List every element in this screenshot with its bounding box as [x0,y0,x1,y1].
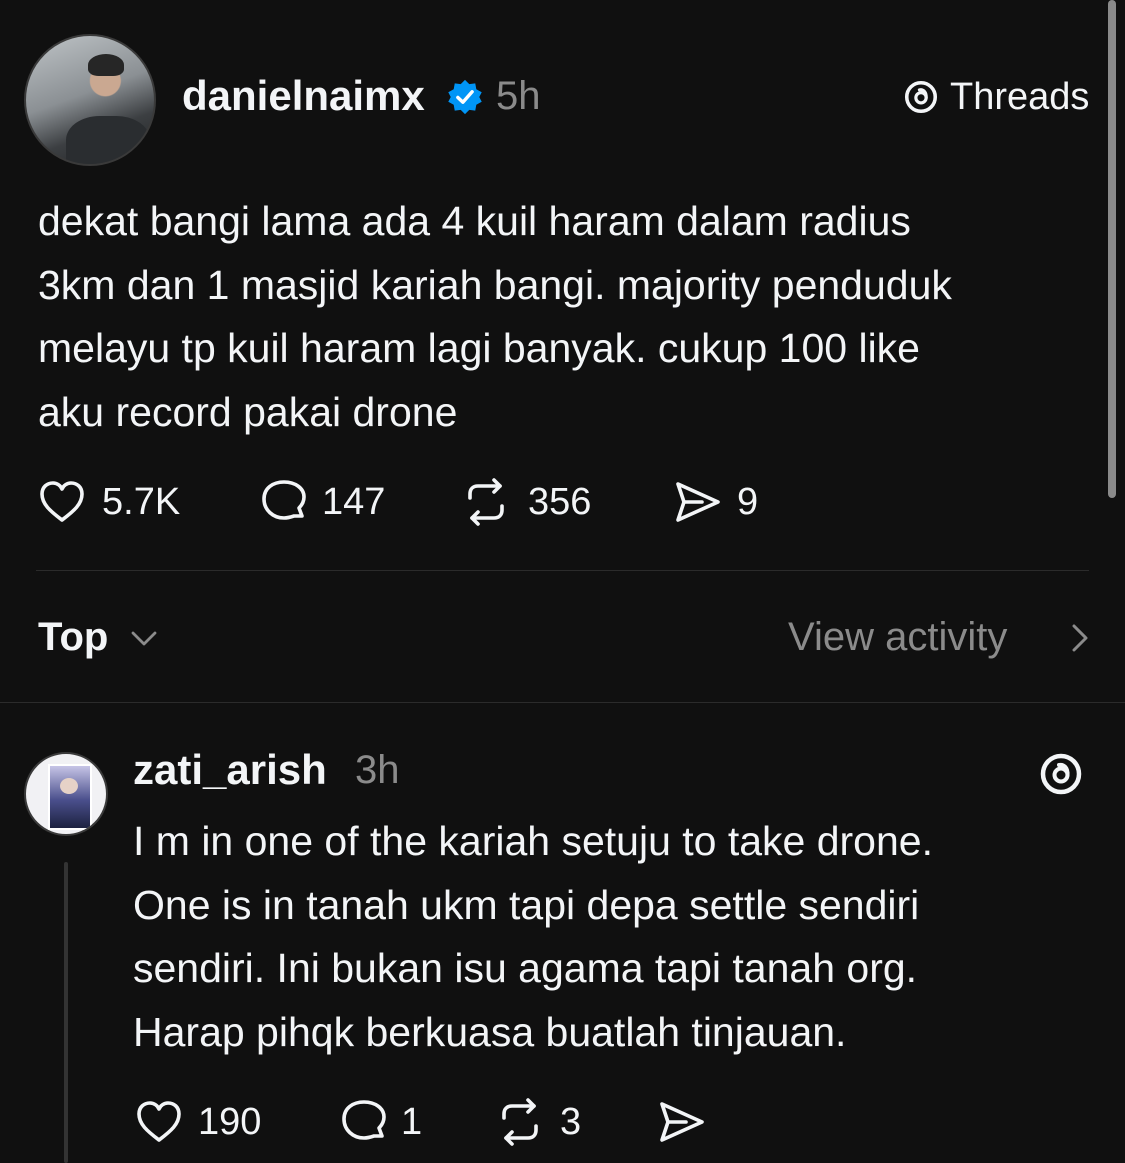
reply-username[interactable]: zati_arish [133,744,327,796]
share-send-icon[interactable] [672,476,724,528]
reply-author-avatar[interactable] [24,752,108,836]
repost-icon[interactable] [460,476,512,528]
reply-bubble-icon[interactable] [338,1096,390,1148]
section-divider [0,702,1125,703]
share-send-icon[interactable] [656,1096,708,1148]
reply-text-line: I m in one of the kariah setuju to take … [133,818,933,864]
like-heart-icon[interactable] [133,1096,185,1148]
avatar-hair-shape [88,54,124,76]
threads-brand-label: Threads [950,76,1090,118]
view-activity-link[interactable]: View activity [788,611,1007,663]
reply-reply-count: 1 [401,1101,423,1143]
post-text-line: dekat bangi lama ada 4 kuil haram dalam … [38,198,911,244]
repost-count: 356 [528,481,592,523]
reply-bubble-icon[interactable] [258,476,310,528]
avatar-body-shape [66,116,150,164]
share-count: 9 [737,481,759,523]
author-username[interactable]: danielnaimx [182,70,425,122]
post-text: dekat bangi lama ada 4 kuil haram dalam … [38,190,1098,444]
threads-logo-icon[interactable] [1037,750,1085,798]
like-heart-icon[interactable] [36,476,88,528]
post-divider [36,570,1089,571]
reply-text-line: sendiri. Ini bukan isu agama tapi tanah … [133,945,918,991]
verified-badge-icon [448,79,482,115]
threads-logo-icon [904,80,938,114]
reply-like-count: 190 [198,1101,262,1143]
chevron-down-icon[interactable] [128,622,160,654]
reply-text-line: One is in tanah ukm tapi depa settle sen… [133,881,920,928]
like-count: 5.7K [102,481,181,523]
post-text-line: aku record pakai drone [38,388,458,435]
reply-time: 3h [355,748,400,792]
sort-dropdown-label[interactable]: Top [38,611,108,663]
repost-icon[interactable] [494,1096,546,1148]
reply-text-line: Harap pihqk berkuasa buatlah tinjauan. [133,1008,847,1055]
post-text-line: melayu tp kuil haram lagi banyak. cukup … [38,325,920,371]
author-avatar[interactable] [24,34,156,166]
reply-repost-count: 3 [560,1101,582,1143]
reply-count: 147 [322,481,386,523]
avatar-photo-frame [48,764,92,830]
post-text-line: 3km dan 1 masjid kariah bangi. majority … [38,261,952,308]
post-time: 5h [496,74,541,118]
chevron-right-icon[interactable] [1064,620,1096,656]
scrollbar[interactable] [1108,0,1116,498]
reply-text: I m in one of the kariah setuju to take … [133,810,1093,1064]
thread-connector-line [64,862,68,1163]
